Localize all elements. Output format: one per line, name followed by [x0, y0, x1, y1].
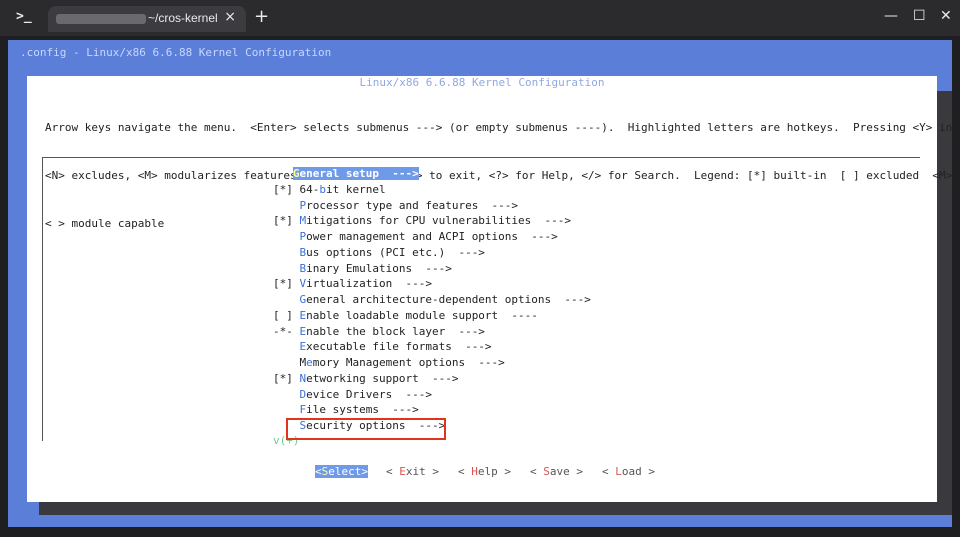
menu-item[interactable]: General setup ---> — [273, 166, 591, 182]
terminal-icon[interactable]: >_ — [16, 9, 32, 24]
menu-item-state — [273, 293, 300, 306]
menu-item[interactable]: [*] Mitigations for CPU vulnerabilities … — [273, 213, 591, 229]
menu-item-label: Virtualization ---> — [300, 277, 432, 290]
menu-item-label: Bus options (PCI etc.) ---> — [300, 246, 485, 259]
menu-item-label: Networking support ---> — [300, 372, 459, 385]
config-title: .config - Linux/x86 6.6.88 Kernel Config… — [20, 46, 332, 59]
tab-terminal[interactable]: ~/cros-kernel × — [48, 6, 246, 32]
menu-item-text: ile systems ---> — [306, 403, 419, 417]
menu-item[interactable]: Processor type and features ---> — [273, 198, 591, 214]
annotation-highlight-box — [286, 418, 446, 440]
menu-item-state: [ ] — [273, 308, 300, 322]
menu-item-label: Mitigations for CPU vulnerabilities ---> — [300, 214, 572, 227]
menu-item-label: General architecture-dependent options -… — [300, 293, 591, 306]
menu-item-label: Executable file formats ---> — [300, 340, 492, 353]
menu-item-label: General setup ---> — [292, 167, 419, 180]
menu-item-hotkey: b — [319, 182, 326, 196]
menu-item-label: Binary Emulations ---> — [300, 262, 452, 275]
menu-item-state: [*] — [273, 214, 300, 228]
menu-item[interactable]: Memory Management options ---> — [273, 355, 591, 371]
menu-item-text: eneral architecture-dependent options --… — [306, 293, 591, 306]
menu-item-state — [273, 230, 300, 243]
menu-item[interactable]: Bus options (PCI etc.) ---> — [273, 245, 591, 261]
menu-item-text: ower management and ACPI options ---> — [306, 230, 558, 243]
menu-item[interactable]: Binary Emulations ---> — [273, 261, 591, 277]
load-button[interactable]: < Load > — [602, 465, 655, 478]
menu-item-text: xecutable file formats ---> — [306, 340, 492, 354]
menu-item-hotkey: e — [306, 356, 313, 369]
menu-item-state — [273, 246, 300, 259]
menu-item-state: [*] — [273, 277, 300, 291]
close-window-button[interactable]: ✕ — [940, 8, 952, 24]
menu-item-text: nable loadable module support ---- — [306, 308, 538, 322]
menu-item-label: 64-bit kernel — [300, 183, 386, 196]
menu-item-text: etworking support ---> — [306, 371, 459, 385]
menu-item-hotkey: G — [292, 167, 300, 180]
new-tab-button[interactable]: + — [254, 6, 269, 27]
menu-item-label: Processor type and features ---> — [300, 199, 519, 212]
menu-item[interactable]: Power management and ACPI options ---> — [273, 229, 591, 245]
help-line: Arrow keys navigate the menu. <Enter> se… — [45, 121, 960, 134]
menu-item-label: Power management and ACPI options ---> — [300, 230, 558, 243]
menu-item[interactable]: Device Drivers ---> — [273, 387, 591, 403]
menu-item-state: [*] — [273, 371, 300, 385]
help-button[interactable]: < Help > — [458, 465, 511, 478]
menu-item-label: Memory Management options ---> — [300, 356, 505, 369]
menu-list: General setup ---> [*] 64-bit kernel Proc… — [273, 166, 591, 434]
select-button[interactable]: <Select> — [315, 465, 368, 478]
window-titlebar: >_ ~/cros-kernel × + — ☐ ✕ — [0, 0, 960, 36]
close-tab-icon[interactable]: × — [224, 9, 236, 25]
menu-item-text: irtualization ---> — [306, 277, 432, 291]
menu-item-state — [273, 356, 300, 369]
exit-button[interactable]: < Exit > — [386, 465, 439, 478]
menu-item[interactable]: File systems ---> — [273, 402, 591, 418]
menu-item[interactable]: Executable file formats ---> — [273, 339, 591, 355]
menu-item[interactable]: [ ] Enable loadable module support ---- — [273, 308, 591, 324]
menu-item-text: mory Management options ---> — [312, 356, 505, 369]
menu-item-text: nable the block layer ---> — [306, 324, 485, 338]
menu-item-state — [273, 262, 300, 275]
menu-item-label: File systems ---> — [300, 403, 419, 416]
menu-item-state — [273, 340, 300, 353]
redacted-hostname — [56, 14, 146, 24]
menu-item-text: 64- — [299, 182, 320, 196]
menu-item-text: it kernel — [326, 182, 386, 196]
save-button[interactable]: < Save > — [530, 465, 583, 478]
menu-item[interactable]: General architecture-dependent options -… — [273, 292, 591, 308]
tab-title: ~/cros-kernel — [148, 11, 218, 25]
menu-item[interactable]: [*] 64-bit kernel — [273, 182, 591, 198]
menu-item-state — [273, 388, 300, 401]
minimize-button[interactable]: — — [884, 8, 898, 24]
menu-item-label: Enable the block layer ---> — [300, 325, 485, 338]
menu-item-text: itigations for CPU vulnerabilities ---> — [306, 214, 572, 228]
menu-item-text: us options (PCI etc.) ---> — [306, 245, 485, 259]
menu-item-text: eneral setup ---> — [299, 167, 419, 180]
menu-item-text: evice Drivers ---> — [306, 387, 432, 401]
menu-item-state: -*- — [273, 324, 300, 338]
menu-item-state: [*] — [273, 182, 300, 196]
terminal-area[interactable]: .config - Linux/x86 6.6.88 Kernel Config… — [0, 36, 960, 537]
menu-item[interactable]: [*] Virtualization ---> — [273, 276, 591, 292]
menu-item[interactable]: -*- Enable the block layer ---> — [273, 324, 591, 340]
menu-item-text: rocessor type and features ---> — [306, 198, 519, 212]
menu-item[interactable]: [*] Networking support ---> — [273, 371, 591, 387]
menu-item-state — [273, 403, 300, 416]
menuconfig-background: .config - Linux/x86 6.6.88 Kernel Config… — [8, 40, 960, 527]
menu-item-state — [273, 199, 300, 212]
menu-item-label: Device Drivers ---> — [300, 388, 432, 401]
menu-item-state — [273, 167, 293, 180]
menuconfig-dialog: Linux/x86 6.6.88 Kernel Configuration Ar… — [27, 76, 960, 502]
maximize-button[interactable]: ☐ — [913, 8, 926, 24]
menu-item-label: Enable loadable module support ---- — [300, 309, 538, 322]
menu-item-text: inary Emulations ---> — [306, 261, 452, 275]
